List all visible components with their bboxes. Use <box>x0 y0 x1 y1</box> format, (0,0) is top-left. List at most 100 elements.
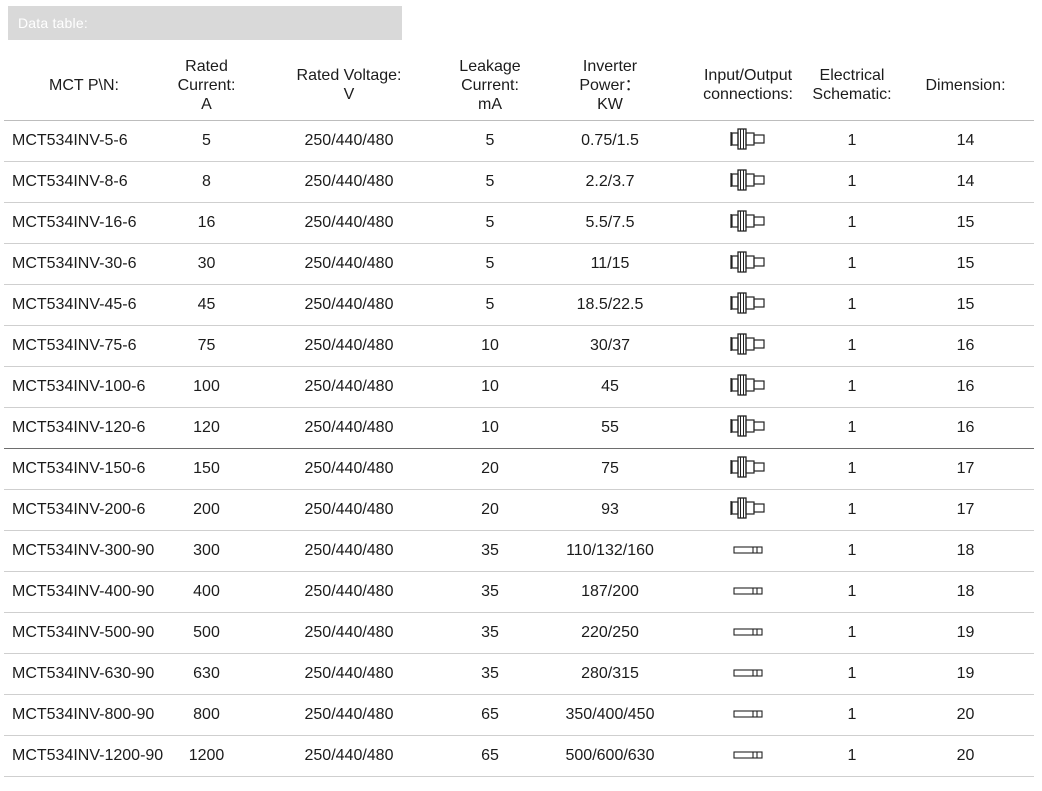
inverter-power-cell: 55 <box>531 407 689 449</box>
leakage-current-cell: 65 <box>449 694 531 736</box>
rated-current-cell: 200 <box>164 489 249 531</box>
inverter-power-header: Inverter Power： KW <box>531 50 689 121</box>
rated-current-header-line: Rated Current: <box>177 57 236 94</box>
part-number-cell: MCT534INV-500-90 <box>4 612 164 654</box>
leakage-current-cell: 10 <box>449 407 531 449</box>
inverter-power-cell: 11/15 <box>531 243 689 285</box>
dimension-header: Dimension: <box>897 50 1034 121</box>
rated-current-cell: 500 <box>164 612 249 654</box>
electrical-schematic-cell: 1 <box>807 202 897 244</box>
table-row: MCT534INV-800-90 800 250/440/480 65 350/400/… <box>4 694 1034 736</box>
rated-current-cell: 16 <box>164 202 249 244</box>
leakage-current-header-line: Leakage <box>459 57 521 75</box>
electrical-schematic-cell: 1 <box>807 407 897 449</box>
electrical-schematic-cell: 1 <box>807 325 897 367</box>
io-connection-cell <box>689 407 807 449</box>
io-connection-cell <box>689 325 807 367</box>
part-number-cell: MCT534INV-30-6 <box>4 243 164 285</box>
busbar-icon <box>733 706 763 724</box>
io-connection-cell <box>689 284 807 326</box>
table-row: MCT534INV-100-6 100 250/440/480 10 45 1 16 <box>4 366 1034 408</box>
leakage-current-header-line: Current: <box>461 76 519 94</box>
dimension-cell: 16 <box>897 325 1034 367</box>
part-number-cell: MCT534INV-8-6 <box>4 161 164 203</box>
leakage-current-cell: 10 <box>449 325 531 367</box>
electrical-schematic-cell: 1 <box>807 489 897 531</box>
inverter-power-cell: 45 <box>531 366 689 408</box>
inverter-power-cell: 280/315 <box>531 653 689 695</box>
inverter-power-header-line: Power： <box>579 76 641 94</box>
rated-current-cell: 800 <box>164 694 249 736</box>
io-connection-cell <box>689 735 807 777</box>
table-row: MCT534INV-150-6 150 250/440/480 20 75 1 17 <box>4 448 1034 490</box>
terminal-block-icon <box>729 331 767 362</box>
dimension-cell: 15 <box>897 202 1034 244</box>
inverter-power-cell: 220/250 <box>531 612 689 654</box>
electrical-schematic-cell: 1 <box>807 653 897 695</box>
inverter-power-cell: 18.5/22.5 <box>531 284 689 326</box>
rated-voltage-cell: 250/440/480 <box>249 653 449 695</box>
electrical-schematic-cell: 1 <box>807 448 897 490</box>
table-row: MCT534INV-400-90 400 250/440/480 35 187/200 1… <box>4 571 1034 613</box>
inverter-power-cell: 350/400/450 <box>531 694 689 736</box>
rated-voltage-cell: 250/440/480 <box>249 202 449 244</box>
dimension-cell: 14 <box>897 161 1034 203</box>
inverter-power-cell: 30/37 <box>531 325 689 367</box>
electrical-schematic-header-line: Electrical <box>819 67 885 84</box>
rated-voltage-cell: 250/440/480 <box>249 325 449 367</box>
io-connection-cell <box>689 694 807 736</box>
electrical-schematic-cell: 1 <box>807 571 897 613</box>
electrical-schematic-cell: 1 <box>807 243 897 285</box>
electrical-schematic-cell: 1 <box>807 694 897 736</box>
terminal-block-icon <box>729 126 767 157</box>
rated-voltage-cell: 250/440/480 <box>249 571 449 613</box>
rated-current-header: Rated Current: A <box>164 50 249 121</box>
inverter-power-cell: 75 <box>531 448 689 490</box>
io-connections-header-line: connections: <box>703 86 793 103</box>
specification-table: MCT P\N: Rated Current: A Rated Voltage: V Le… <box>4 50 1034 777</box>
dimension-header-line: Dimension: <box>925 76 1006 94</box>
io-connection-cell <box>689 612 807 654</box>
part-number-cell: MCT534INV-1200-90 <box>4 735 164 777</box>
table-row: MCT534INV-1200-90 1200 250/440/480 65 500/60… <box>4 735 1034 777</box>
io-connection-cell <box>689 120 807 162</box>
electrical-schematic-cell: 1 <box>807 735 897 777</box>
electrical-schematic-header-line: Schematic: <box>812 86 892 103</box>
rated-voltage-cell: 250/440/480 <box>249 530 449 572</box>
part-number-cell: MCT534INV-800-90 <box>4 694 164 736</box>
dimension-cell: 17 <box>897 448 1034 490</box>
rated-voltage-cell: 250/440/480 <box>249 366 449 408</box>
leakage-current-cell: 10 <box>449 366 531 408</box>
rated-voltage-cell: 250/440/480 <box>249 243 449 285</box>
table-row: MCT534INV-75-6 75 250/440/480 10 30/37 1 16 <box>4 325 1034 367</box>
io-connection-cell <box>689 653 807 695</box>
rated-current-cell: 120 <box>164 407 249 449</box>
rated-current-cell: 150 <box>164 448 249 490</box>
dimension-cell: 14 <box>897 120 1034 162</box>
part-number-cell: MCT534INV-120-6 <box>4 407 164 449</box>
rated-voltage-header: Rated Voltage: V <box>249 50 449 121</box>
electrical-schematic-cell: 1 <box>807 120 897 162</box>
leakage-current-cell: 65 <box>449 735 531 777</box>
rated-voltage-cell: 250/440/480 <box>249 612 449 654</box>
leakage-current-cell: 5 <box>449 120 531 162</box>
table-row: MCT534INV-5-6 5 250/440/480 5 0.75/1.5 1 14 <box>4 120 1034 162</box>
leakage-current-cell: 35 <box>449 530 531 572</box>
rated-voltage-cell: 250/440/480 <box>249 694 449 736</box>
part-number-cell: MCT534INV-400-90 <box>4 571 164 613</box>
dimension-cell: 20 <box>897 694 1034 736</box>
electrical-schematic-cell: 1 <box>807 284 897 326</box>
rated-current-cell: 1200 <box>164 735 249 777</box>
rated-voltage-cell: 250/440/480 <box>249 284 449 326</box>
part-number-cell: MCT534INV-200-6 <box>4 489 164 531</box>
rated-current-cell: 100 <box>164 366 249 408</box>
dimension-cell: 16 <box>897 366 1034 408</box>
leakage-current-header: Leakage Current: mA <box>449 50 531 121</box>
io-connection-cell <box>689 489 807 531</box>
rated-current-cell: 8 <box>164 161 249 203</box>
rated-current-cell: 30 <box>164 243 249 285</box>
rated-current-header-line: A <box>201 95 212 113</box>
leakage-current-cell: 35 <box>449 612 531 654</box>
electrical-schematic-header: Electrical Schematic: <box>807 50 897 121</box>
rated-voltage-cell: 250/440/480 <box>249 407 449 449</box>
